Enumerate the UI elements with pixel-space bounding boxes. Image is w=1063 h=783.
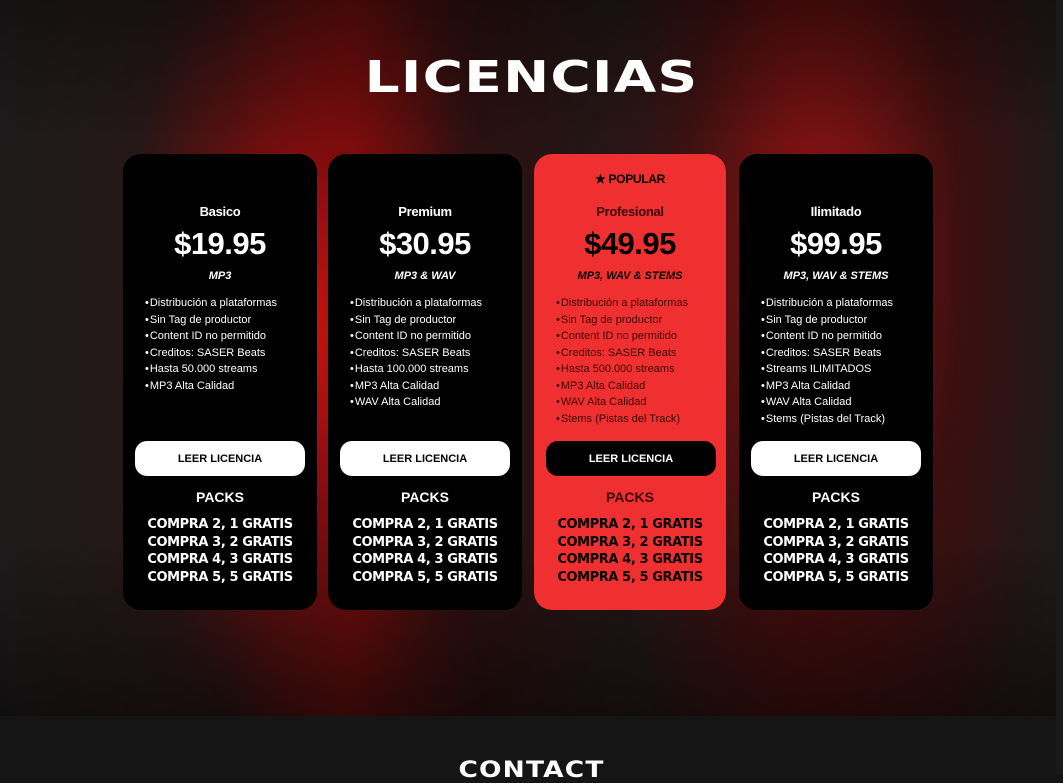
feature-list: Distribución a plataformas Sin Tag de pr… — [145, 295, 309, 394]
pack-offer: COMPRA 2, 1 GRATIS — [763, 517, 909, 532]
feature-item: WAV Alta Calidad — [350, 394, 514, 411]
feature-item: MP3 Alta Calidad — [556, 378, 718, 395]
packs-list: COMPRA 2, 1 GRATIS COMPRA 3, 2 GRATIS CO… — [739, 516, 933, 586]
feature-item: Hasta 50.000 streams — [145, 361, 309, 378]
read-license-button[interactable]: LEER LICENCIA — [135, 441, 305, 476]
plan-name: Profesional — [596, 204, 664, 219]
pack-offer: COMPRA 2, 1 GRATIS — [352, 517, 498, 532]
packs-list: COMPRA 2, 1 GRATIS COMPRA 3, 2 GRATIS CO… — [534, 516, 726, 586]
pack-offer: COMPRA 3, 2 GRATIS — [147, 534, 293, 550]
feature-item: Sin Tag de productor — [556, 312, 718, 329]
plan-price: $99.95 — [790, 226, 882, 261]
pack-offer: COMPRA 4, 3 GRATIS — [557, 552, 703, 567]
feature-item: Sin Tag de productor — [145, 312, 309, 329]
feature-item: Sin Tag de productor — [761, 312, 925, 329]
pack-offer: COMPRA 2, 1 GRATIS — [147, 517, 293, 532]
feature-item: Creditos: SASER Beats — [350, 345, 514, 362]
plan-price: $19.95 — [174, 226, 266, 261]
plan-format: MP3, WAV & STEMS — [783, 270, 889, 282]
pack-offer: COMPRA 5, 5 GRATIS — [557, 569, 703, 585]
feature-item: Content ID no permitido — [350, 328, 514, 345]
plan-format: MP3 — [208, 270, 232, 282]
feature-item: Hasta 500.000 streams — [556, 361, 718, 378]
pack-offer: COMPRA 4, 3 GRATIS — [147, 552, 293, 567]
packs-list: COMPRA 2, 1 GRATIS COMPRA 3, 2 GRATIS CO… — [328, 516, 522, 586]
feature-item: WAV Alta Calidad — [556, 394, 718, 411]
plan-name: Basico — [199, 204, 241, 219]
feature-item: Distribución a plataformas — [145, 295, 309, 312]
feature-item: Creditos: SASER Beats — [761, 345, 925, 362]
pack-offer: COMPRA 3, 2 GRATIS — [763, 534, 909, 550]
feature-item: Creditos: SASER Beats — [556, 345, 718, 362]
feature-item: Distribución a plataformas — [556, 295, 718, 312]
feature-item: Streams ILIMITADOS — [761, 361, 925, 378]
feature-list: Distribución a plataformas Sin Tag de pr… — [350, 295, 514, 411]
page-scrollbar[interactable] — [1056, 0, 1063, 774]
plan-card-basico: Basico $19.95 MP3 Distribución a platafo… — [123, 154, 317, 610]
feature-item: Content ID no permitido — [556, 328, 718, 345]
pack-offer: COMPRA 3, 2 GRATIS — [352, 534, 498, 550]
feature-item: Distribución a plataformas — [761, 295, 925, 312]
plan-format: MP3 & WAV — [394, 270, 456, 282]
read-license-button[interactable]: LEER LICENCIA — [546, 441, 716, 476]
packs-title: PACKS — [401, 489, 449, 505]
feature-item: Creditos: SASER Beats — [145, 345, 309, 362]
plan-name: Ilimitado — [810, 204, 862, 219]
contact-heading: CONTACT — [458, 758, 605, 783]
feature-item: MP3 Alta Calidad — [761, 378, 925, 395]
read-license-button[interactable]: LEER LICENCIA — [340, 441, 510, 476]
feature-item: MP3 Alta Calidad — [350, 378, 514, 395]
plan-price: $49.95 — [584, 226, 676, 261]
feature-list: Distribución a plataformas Sin Tag de pr… — [761, 295, 925, 427]
pack-offer: COMPRA 5, 5 GRATIS — [352, 569, 498, 585]
page-title: LICENCIAS — [364, 52, 699, 103]
feature-item: Sin Tag de productor — [350, 312, 514, 329]
feature-item: Stems (Pistas del Track) — [556, 411, 718, 428]
pack-offer: COMPRA 2, 1 GRATIS — [557, 517, 703, 532]
plan-name: Premium — [398, 204, 452, 219]
feature-item: Distribución a plataformas — [350, 295, 514, 312]
packs-title: PACKS — [606, 489, 654, 505]
packs-title: PACKS — [812, 489, 860, 505]
hero-background: LICENCIAS Basico $19.95 MP3 Distribución… — [0, 0, 1063, 716]
plan-card-ilimitado: Ilimitado $99.95 MP3, WAV & STEMS Distri… — [739, 154, 933, 610]
pack-offer: COMPRA 4, 3 GRATIS — [763, 552, 909, 567]
packs-title: PACKS — [196, 489, 244, 505]
feature-item: Stems (Pistas del Track) — [761, 411, 925, 428]
pack-offer: COMPRA 4, 3 GRATIS — [352, 552, 498, 567]
popular-badge: ★ POPULAR — [594, 172, 666, 186]
feature-list: Distribución a plataformas Sin Tag de pr… — [556, 295, 718, 427]
feature-item: MP3 Alta Calidad — [145, 378, 309, 395]
plan-card-profesional: ★ POPULAR Profesional $49.95 MP3, WAV & … — [534, 154, 726, 610]
feature-item: Content ID no permitido — [761, 328, 925, 345]
feature-item: Content ID no permitido — [145, 328, 309, 345]
feature-item: Hasta 100.000 streams — [350, 361, 514, 378]
read-license-button[interactable]: LEER LICENCIA — [751, 441, 921, 476]
pack-offer: COMPRA 3, 2 GRATIS — [557, 534, 703, 550]
packs-list: COMPRA 2, 1 GRATIS COMPRA 3, 2 GRATIS CO… — [123, 516, 317, 586]
feature-item: WAV Alta Calidad — [761, 394, 925, 411]
plan-format: MP3, WAV & STEMS — [577, 270, 683, 282]
plan-price: $30.95 — [379, 226, 471, 261]
pack-offer: COMPRA 5, 5 GRATIS — [147, 569, 293, 585]
pack-offer: COMPRA 5, 5 GRATIS — [763, 569, 909, 585]
plan-card-premium: Premium $30.95 MP3 & WAV Distribución a … — [328, 154, 522, 610]
